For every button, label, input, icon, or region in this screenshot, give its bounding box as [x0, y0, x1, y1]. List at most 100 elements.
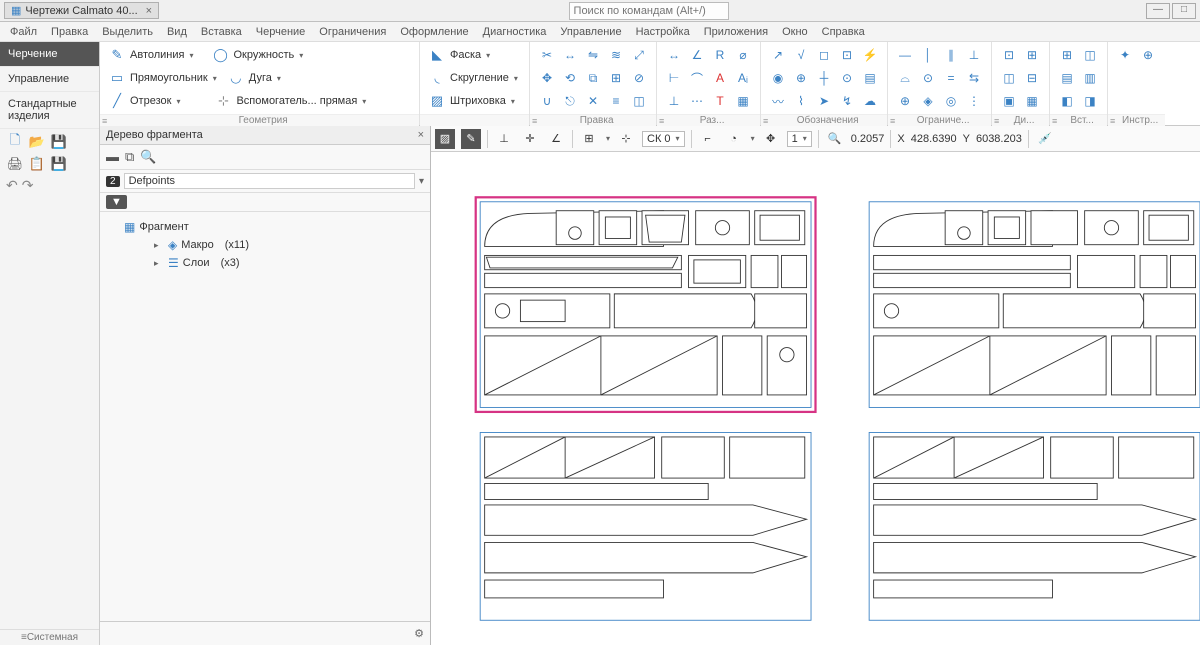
coord-system-select[interactable]: СК 0▾	[642, 131, 685, 147]
tool-rect[interactable]: ▭Прямоугольник▾	[106, 68, 219, 88]
ic-break[interactable]: ⊘	[628, 67, 650, 89]
tree-mode-icon-3[interactable]: 🔍	[140, 149, 156, 165]
ic-c-coinc[interactable]: ⊙	[917, 67, 939, 89]
ic-dim-chain[interactable]: ⋯	[686, 90, 708, 112]
ic-copy[interactable]: ⧉	[582, 67, 604, 89]
copy-icon[interactable]: 📋	[28, 155, 46, 173]
menu-drawing[interactable]: Черчение	[250, 24, 312, 40]
tool-helper[interactable]: ⊹Вспомогатель... прямая▾	[212, 91, 368, 111]
ic-c-eq[interactable]: =	[940, 67, 962, 89]
tb2-zoom-icon[interactable]: 🔍	[825, 129, 845, 149]
ic-del[interactable]: ✕	[582, 90, 604, 112]
ic-c-perp[interactable]: ⊥	[963, 44, 985, 66]
restore-button[interactable]: □	[1172, 3, 1196, 19]
ic-i2[interactable]: ◫	[1079, 44, 1101, 66]
document-tab[interactable]: ▦ Чертежи Calmato 40... ×	[4, 2, 159, 19]
ic-c-fix[interactable]: ⊕	[894, 90, 916, 112]
ic-c-conc[interactable]: ◎	[940, 90, 962, 112]
tool-circle[interactable]: ◯Окружность▾	[209, 45, 305, 65]
menu-window[interactable]: Окно	[776, 24, 814, 40]
tool-segment[interactable]: ╱Отрезок▾	[106, 91, 182, 111]
ic-section[interactable]: ⌇	[790, 90, 812, 112]
current-layer-row[interactable]: 2 Defpoints ▾	[100, 170, 430, 193]
ic-extend[interactable]: ↔	[559, 44, 581, 66]
menu-constraints[interactable]: Ограничения	[313, 24, 392, 40]
filter-icon[interactable]: ▼	[106, 195, 127, 209]
tb2-ortho-icon[interactable]: ⌐	[698, 129, 718, 149]
ic-weld[interactable]: ⚡	[859, 44, 881, 66]
ic-c-sym[interactable]: ⇆	[963, 67, 985, 89]
ic-d3[interactable]: ◫	[998, 67, 1020, 89]
tb2-angle-icon[interactable]: ∠	[546, 129, 566, 149]
ic-d1[interactable]: ⊡	[998, 44, 1020, 66]
ic-dim-lin[interactable]: ↔	[663, 44, 685, 66]
tb2-cross-icon[interactable]: ✥	[761, 129, 781, 149]
ic-c-mid[interactable]: ◈	[917, 90, 939, 112]
menu-manage[interactable]: Управление	[554, 24, 627, 40]
tb2-orig-icon[interactable]: ⊹	[616, 129, 636, 149]
ic-rough[interactable]: √	[790, 44, 812, 66]
ic-dim-base[interactable]: ⊥	[663, 90, 685, 112]
ic-c-h[interactable]: ―	[894, 44, 916, 66]
lefttab-std[interactable]: Стандартные изделия	[0, 92, 99, 129]
ic-d2[interactable]: ⊞	[1021, 44, 1043, 66]
ic-proj[interactable]: ◫	[628, 90, 650, 112]
ic-array[interactable]: ⊞	[605, 67, 627, 89]
minimize-button[interactable]: —	[1146, 3, 1170, 19]
command-search-input[interactable]	[569, 2, 729, 20]
expand-icon[interactable]: ▸	[154, 258, 164, 269]
step-select[interactable]: 1▾	[787, 131, 812, 147]
ic-d4[interactable]: ⊟	[1021, 67, 1043, 89]
tree-mode-icon-1[interactable]: ▬	[106, 149, 119, 165]
ic-dim-ang[interactable]: ∠	[686, 44, 708, 66]
ic-leader[interactable]: ↗	[767, 44, 789, 66]
expand-icon[interactable]: ▸	[154, 240, 164, 251]
ic-i3[interactable]: ▤	[1056, 67, 1078, 89]
tb2-round-icon[interactable]: ◔	[724, 129, 744, 149]
tool-hatch[interactable]: ▨Штриховка▾	[426, 91, 517, 111]
tree-node-layers[interactable]: ▸ ☰ Слои (x3)	[104, 254, 426, 272]
ic-datum[interactable]: ◻	[813, 44, 835, 66]
save-icon[interactable]: 💾	[50, 133, 68, 151]
ic-c-v[interactable]: │	[917, 44, 939, 66]
ic-gtol[interactable]: ⊡	[836, 44, 858, 66]
menu-select[interactable]: Выделить	[96, 24, 159, 40]
undo-icon[interactable]: ↶	[6, 177, 18, 194]
ic-brk[interactable]: ↯	[836, 90, 858, 112]
tool-arc[interactable]: ◡Дуга▾	[225, 68, 283, 88]
menu-help[interactable]: Справка	[816, 24, 871, 40]
tb2-eyedrop-icon[interactable]: 💉	[1035, 129, 1055, 149]
ic-split[interactable]: ⎋	[559, 90, 581, 112]
menu-insert[interactable]: Вставка	[195, 24, 248, 40]
ic-scale[interactable]: ⤢	[628, 44, 650, 66]
menu-view[interactable]: Вид	[161, 24, 193, 40]
command-search[interactable]	[569, 2, 729, 20]
ic-dim-arc[interactable]: ⌒	[686, 67, 708, 89]
menu-edit[interactable]: Правка	[45, 24, 94, 40]
menu-settings[interactable]: Настройка	[630, 24, 696, 40]
ic-arrow[interactable]: ➤	[813, 90, 835, 112]
tree-close-icon[interactable]: ×	[418, 129, 424, 141]
tb2-snap-icon[interactable]: ✛	[520, 129, 540, 149]
ic-i1[interactable]: ⊞	[1056, 44, 1078, 66]
lefttab-drawing[interactable]: Черчение	[0, 42, 99, 67]
ic-axis[interactable]: ┼	[813, 67, 835, 89]
ic-i4[interactable]: ▥	[1079, 67, 1101, 89]
ic-mark[interactable]: ◉	[767, 67, 789, 89]
ic-d6[interactable]: ▦	[1021, 90, 1043, 112]
layer-dropdown-icon[interactable]: ▾	[419, 176, 424, 187]
ic-dim-rad[interactable]: R	[709, 44, 731, 66]
ic-dim-tab[interactable]: ▦	[732, 90, 754, 112]
ic-move[interactable]: ✥	[536, 67, 558, 89]
lefttab-manage[interactable]: Управление	[0, 67, 99, 92]
menu-apps[interactable]: Приложения	[698, 24, 774, 40]
tool-autoline[interactable]: ✎Автолиния▾	[106, 45, 195, 65]
layer-name-field[interactable]: Defpoints	[124, 173, 415, 189]
menu-format[interactable]: Оформление	[394, 24, 474, 40]
ic-t2[interactable]: ⊕	[1137, 44, 1159, 66]
ic-eq[interactable]: ≡	[605, 90, 627, 112]
ic-c-tan[interactable]: ⌓	[894, 67, 916, 89]
tool-chamfer[interactable]: ◣Фаска▾	[426, 45, 492, 65]
ic-rotate[interactable]: ⟲	[559, 67, 581, 89]
tree-node-fragment[interactable]: ▦ Фрагмент	[104, 218, 426, 236]
